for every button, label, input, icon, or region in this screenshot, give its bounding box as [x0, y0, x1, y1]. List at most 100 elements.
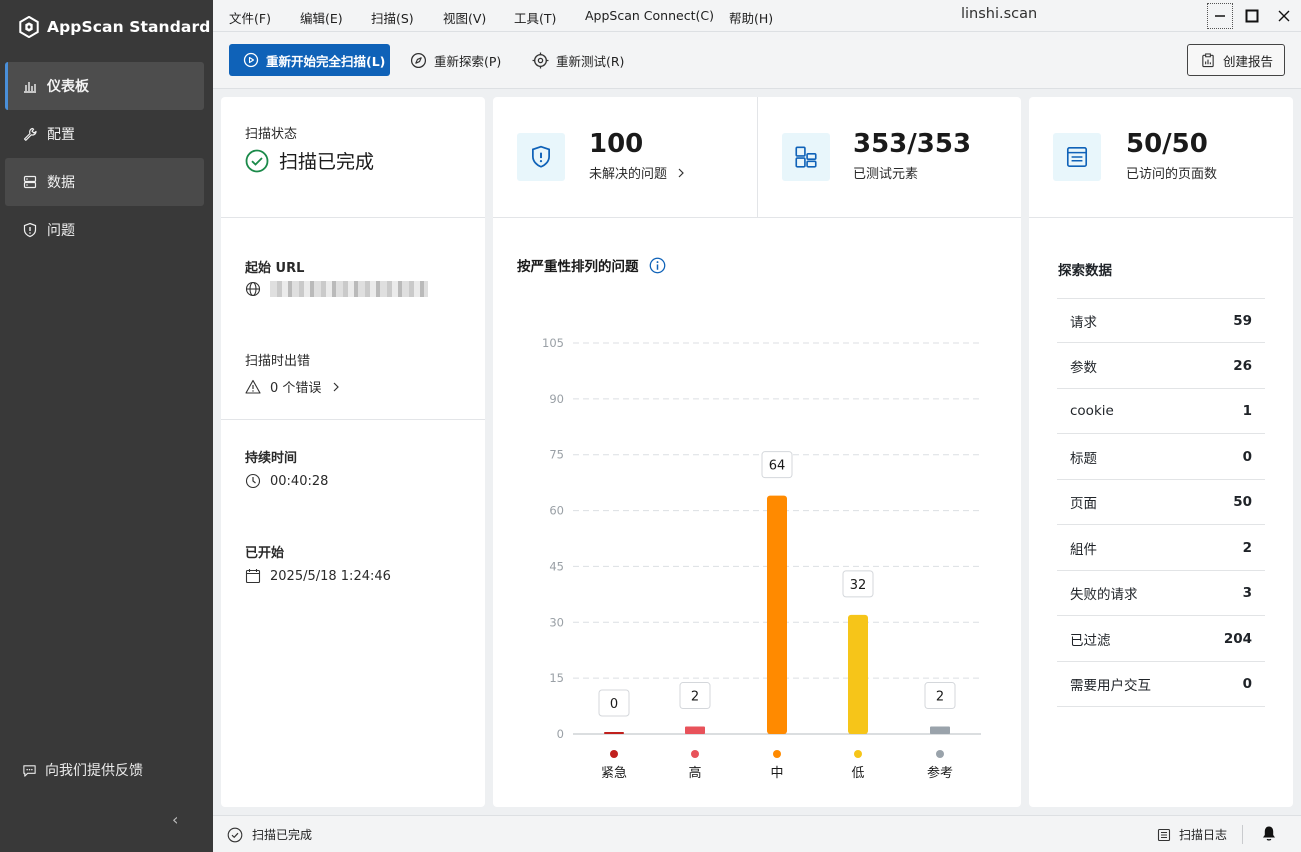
bar-1 [685, 726, 705, 734]
shield-alert-icon [532, 145, 550, 168]
explore-card: 50/50 已访问的页面数 探索数据 请求 59 参数 26 cookie 1 标题 0 页面 5… [1029, 97, 1293, 807]
sidebar-item-config[interactable]: 配置 [5, 110, 204, 158]
create-report-button[interactable]: 创建报告 [1187, 44, 1285, 76]
log-icon [1157, 828, 1171, 841]
re-test-label: 重新测试(R) [556, 53, 625, 69]
check-circle-icon [227, 827, 243, 842]
divider [221, 217, 485, 218]
play-circle-icon [243, 52, 259, 68]
explore-row-value: 0 [1242, 448, 1252, 465]
divider [493, 217, 1021, 218]
y-tick-label: 15 [549, 671, 564, 685]
notifications-button[interactable] [1261, 825, 1277, 846]
re-test-button[interactable]: 重新测试(R) [532, 44, 624, 76]
divider [757, 97, 758, 217]
menu-help[interactable]: 帮助(H) [729, 8, 773, 27]
issues-label: 未解决的问题 [589, 167, 668, 182]
started-row: 2025/5/18 1:24:46 [245, 568, 391, 584]
warning-icon [245, 379, 261, 394]
bar-chart-icon [24, 82, 36, 93]
compass-icon [410, 52, 427, 68]
menu-tools[interactable]: 工具(T) [514, 8, 556, 27]
explore-row-label: 需要用户交互 [1070, 678, 1151, 694]
sidebar-item-data[interactable]: 数据 [5, 158, 204, 206]
chevron-right-icon [678, 168, 684, 177]
database-icon [23, 175, 37, 189]
explore-row-value: 2 [1242, 539, 1252, 556]
explore-row: 失败的请求 3 [1057, 571, 1265, 616]
elements-count: 353/353 [853, 129, 972, 159]
start-url-redacted [270, 281, 428, 297]
bar-2 [767, 495, 787, 734]
window-title: linshi.scan [961, 6, 1038, 22]
explore-row-label: 失败的请求 [1070, 587, 1138, 603]
explore-row-value: 26 [1233, 357, 1252, 374]
create-report-label: 创建报告 [1223, 53, 1274, 69]
divider [1029, 217, 1293, 218]
status-text: 扫描已完成 [252, 828, 313, 842]
clock-icon [245, 473, 261, 489]
sidebar-item-issues[interactable]: 问题 [5, 206, 204, 254]
minimize-button[interactable] [1207, 3, 1233, 29]
start-url-row [245, 281, 428, 297]
legend-dot [854, 750, 862, 758]
explore-row-value: 3 [1242, 585, 1252, 601]
duration-row: 00:40:28 [245, 473, 328, 489]
elements-icon [795, 146, 817, 168]
check-circle-icon [245, 149, 269, 172]
rescan-full-button[interactable]: 重新开始完全扫描(L) [229, 44, 390, 76]
y-tick-label: 60 [549, 504, 564, 518]
explore-row-value: 204 [1223, 630, 1252, 647]
shield-alert-icon [23, 222, 37, 238]
scan-log-button[interactable]: 扫描日志 [1157, 826, 1227, 843]
pages-label: 已访问的页面数 [1126, 167, 1218, 182]
close-button[interactable] [1271, 3, 1297, 29]
issues-link[interactable]: 未解决的问题 [589, 163, 687, 182]
bar-4 [930, 726, 950, 734]
data-label: 0 [610, 697, 618, 712]
scan-status-value: 扫描已完成 [279, 151, 375, 173]
app-name: AppScan Standard [47, 18, 211, 36]
bell-icon [1263, 826, 1275, 841]
sidebar-item-label: 配置 [47, 127, 75, 143]
explore-row-value: 1 [1242, 403, 1252, 419]
explore-row: 页面 50 [1057, 480, 1265, 525]
scan-errors-row[interactable]: 0 个错误 [245, 377, 342, 396]
explore-row-label: cookie [1070, 403, 1114, 419]
data-label: 32 [850, 578, 867, 593]
menu-scan[interactable]: 扫描(S) [371, 8, 414, 27]
legend-dot [773, 750, 781, 758]
explore-row-label: 組件 [1070, 541, 1097, 558]
explore-row-value: 0 [1242, 676, 1252, 692]
collapse-sidebar-button[interactable]: ‹ [172, 810, 178, 829]
sidebar: AppScan Standard 仪表板 配置 数据 问题 向我们提供反馈 ‹ [0, 0, 213, 852]
menu-view[interactable]: 视图(V) [443, 8, 486, 27]
scan-errors-value: 0 个错误 [270, 381, 322, 396]
explore-row-label: 参数 [1070, 359, 1097, 376]
pages-stat-icon [1053, 133, 1101, 181]
explore-row-label: 页面 [1070, 496, 1097, 512]
sidebar-item-label: 数据 [47, 175, 75, 191]
data-label: 2 [691, 690, 699, 705]
data-label: 2 [936, 690, 944, 705]
divider [221, 419, 485, 420]
menu-appscan-connect[interactable]: AppScan Connect(C) [585, 8, 714, 23]
globe-icon [245, 281, 261, 297]
close-icon [1278, 10, 1290, 22]
menu-file[interactable]: 文件(F) [229, 8, 271, 27]
appscan-logo-icon [19, 16, 39, 38]
menu-edit[interactable]: 编辑(E) [300, 8, 343, 27]
toolbar: 重新开始完全扫描(L) 重新探索(P) 重新测试(R) 创建报告 [213, 32, 1301, 89]
sidebar-item-dashboard[interactable]: 仪表板 [5, 62, 204, 110]
wrench-icon [23, 127, 37, 141]
explore-row: 需要用户交互 0 [1057, 662, 1265, 707]
feedback-link[interactable]: 向我们提供反馈 [22, 760, 143, 780]
started-label: 已开始 [245, 546, 285, 561]
legend-dot [610, 750, 618, 758]
maximize-button[interactable] [1239, 3, 1265, 29]
legend-dot [936, 750, 944, 758]
explore-row: cookie 1 [1057, 389, 1265, 434]
status-indicator: 扫描已完成 [227, 826, 312, 843]
re-explore-button[interactable]: 重新探索(P) [410, 44, 501, 76]
scan-status-title: 扫描状态 [245, 127, 298, 142]
